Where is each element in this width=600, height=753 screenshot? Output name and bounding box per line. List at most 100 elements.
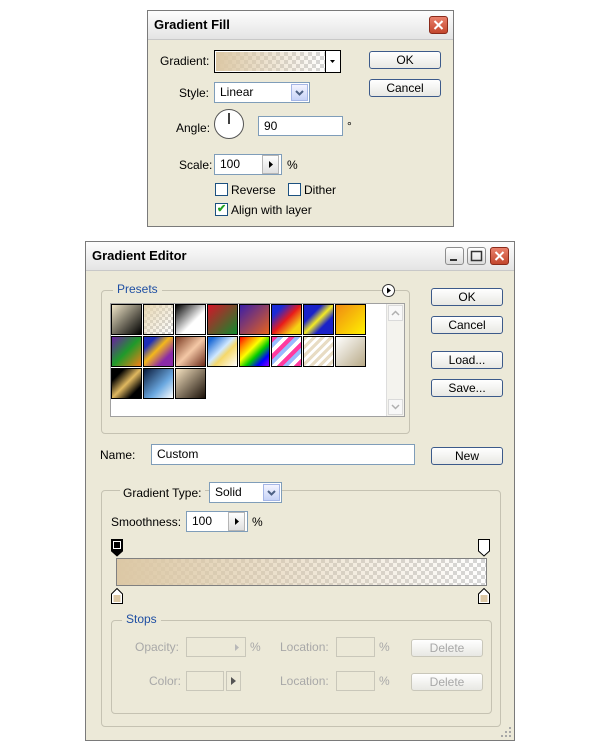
stops-label: Stops <box>122 612 161 626</box>
preset-swatch[interactable] <box>175 336 206 367</box>
preset-swatch[interactable] <box>335 336 366 367</box>
chevron-right-icon <box>269 161 273 168</box>
minimize-icon <box>450 259 457 261</box>
check-icon: ✔ <box>217 203 227 215</box>
preset-swatch[interactable] <box>111 368 142 399</box>
gradient-fill-close-button[interactable] <box>429 16 448 34</box>
chevron-right-icon <box>235 518 239 525</box>
opacity-stop-left[interactable] <box>111 539 123 557</box>
smoothness-unit: % <box>252 515 263 529</box>
opacity-unit: % <box>250 640 261 654</box>
gradient-fill-dialog: Gradient Fill Gradient: OK Cancel Style:… <box>147 10 454 227</box>
color-picker-button[interactable] <box>226 671 241 691</box>
presets-label: Presets <box>113 282 162 296</box>
gradient-editor-dialog: Gradient Editor Presets OK Cancel Load..… <box>85 241 515 741</box>
gradient-fill-title: Gradient Fill <box>154 17 230 32</box>
style-select[interactable]: Linear <box>214 82 310 103</box>
reverse-label: Reverse <box>231 183 276 197</box>
gradient-picker-arrow[interactable] <box>325 51 340 72</box>
preset-swatch[interactable] <box>175 368 206 399</box>
chevron-right-icon <box>235 644 239 651</box>
name-input[interactable]: Custom <box>151 444 415 465</box>
presets-scrollbar[interactable] <box>386 304 404 416</box>
gradient-type-value: Solid <box>215 485 242 499</box>
color-location-label: Location: <box>280 674 329 688</box>
angle-input[interactable]: 90 <box>258 116 343 136</box>
align-with-layer-checkbox[interactable]: ✔ <box>215 203 228 216</box>
editor-ok-button[interactable]: OK <box>431 288 503 306</box>
new-button[interactable]: New <box>431 447 503 465</box>
opacity-input[interactable] <box>186 637 246 657</box>
preset-swatch[interactable] <box>303 336 334 367</box>
style-value: Linear <box>220 85 254 99</box>
scale-label: Scale: <box>179 158 213 172</box>
gradient-label: Gradient: <box>160 54 210 68</box>
dither-checkbox[interactable] <box>288 183 301 196</box>
gradient-editor-close-button[interactable] <box>490 247 509 265</box>
style-dropdown-button[interactable] <box>291 84 308 101</box>
color-location-unit: % <box>379 674 390 688</box>
load-button[interactable]: Load... <box>431 351 503 369</box>
color-stop-left[interactable] <box>111 588 123 604</box>
gradient-type-dropdown-button[interactable] <box>263 484 280 501</box>
scroll-up-button[interactable] <box>388 305 403 321</box>
ok-button[interactable]: OK <box>369 51 441 69</box>
opacity-delete-button[interactable]: Delete <box>411 639 483 657</box>
triangle-right-icon <box>387 287 391 294</box>
presets-menu-button[interactable] <box>382 284 395 297</box>
preset-swatch[interactable] <box>239 336 270 367</box>
chevron-down-icon <box>391 404 400 410</box>
preset-swatch[interactable] <box>303 304 334 335</box>
gradient-editor-titlebar[interactable]: Gradient Editor <box>86 242 514 271</box>
chevron-up-icon <box>391 310 400 316</box>
preset-swatch[interactable] <box>175 304 206 335</box>
angle-unit: ° <box>347 119 352 133</box>
close-icon <box>433 20 444 30</box>
editor-cancel-button[interactable]: Cancel <box>431 316 503 334</box>
gradient-type-label: Gradient Type: <box>120 486 205 500</box>
preset-swatch[interactable] <box>207 304 238 335</box>
gradient-fill-titlebar[interactable]: Gradient Fill <box>148 11 453 40</box>
align-with-layer-label: Align with layer <box>231 203 312 217</box>
color-delete-button[interactable]: Delete <box>411 673 483 691</box>
preset-swatch[interactable] <box>335 304 366 335</box>
preset-swatch[interactable] <box>271 336 302 367</box>
opacity-location-input[interactable] <box>336 637 375 657</box>
preset-swatch[interactable] <box>111 336 142 367</box>
preset-swatch[interactable] <box>143 368 174 399</box>
angle-dial[interactable] <box>214 109 244 139</box>
preset-swatch[interactable] <box>111 304 142 335</box>
color-stop-right[interactable] <box>478 588 490 604</box>
scroll-down-button[interactable] <box>388 399 403 415</box>
opacity-stop-right[interactable] <box>478 539 490 557</box>
angle-needle-icon <box>228 113 230 124</box>
save-button[interactable]: Save... <box>431 379 503 397</box>
resize-grip-icon[interactable] <box>500 726 512 738</box>
gradient-type-select[interactable]: Solid <box>209 482 282 503</box>
opacity-label: Opacity: <box>135 640 180 654</box>
gradient-bar[interactable] <box>116 558 487 586</box>
color-location-input[interactable] <box>336 671 375 691</box>
smoothness-slider-button[interactable] <box>228 512 245 531</box>
color-swatch-input[interactable] <box>186 671 224 691</box>
presets-swatch-grid <box>110 303 405 417</box>
maximize-button[interactable] <box>467 247 486 265</box>
scale-unit: % <box>287 158 298 172</box>
preset-swatch[interactable] <box>239 304 270 335</box>
gradient-picker[interactable] <box>214 50 341 73</box>
preset-swatch[interactable] <box>207 336 238 367</box>
scale-slider-button[interactable] <box>262 155 279 174</box>
name-label: Name: <box>100 448 136 462</box>
chevron-down-icon <box>267 490 276 496</box>
gradient-preview <box>216 52 325 71</box>
style-label: Style: <box>179 86 210 100</box>
preset-swatch[interactable] <box>143 336 174 367</box>
maximize-icon <box>470 250 483 262</box>
chevron-down-icon <box>330 60 335 63</box>
preset-swatch[interactable] <box>143 304 174 335</box>
minimize-button[interactable] <box>445 247 464 265</box>
cancel-button[interactable]: Cancel <box>369 79 441 97</box>
chevron-down-icon <box>295 90 304 96</box>
reverse-checkbox[interactable] <box>215 183 228 196</box>
preset-swatch[interactable] <box>271 304 302 335</box>
